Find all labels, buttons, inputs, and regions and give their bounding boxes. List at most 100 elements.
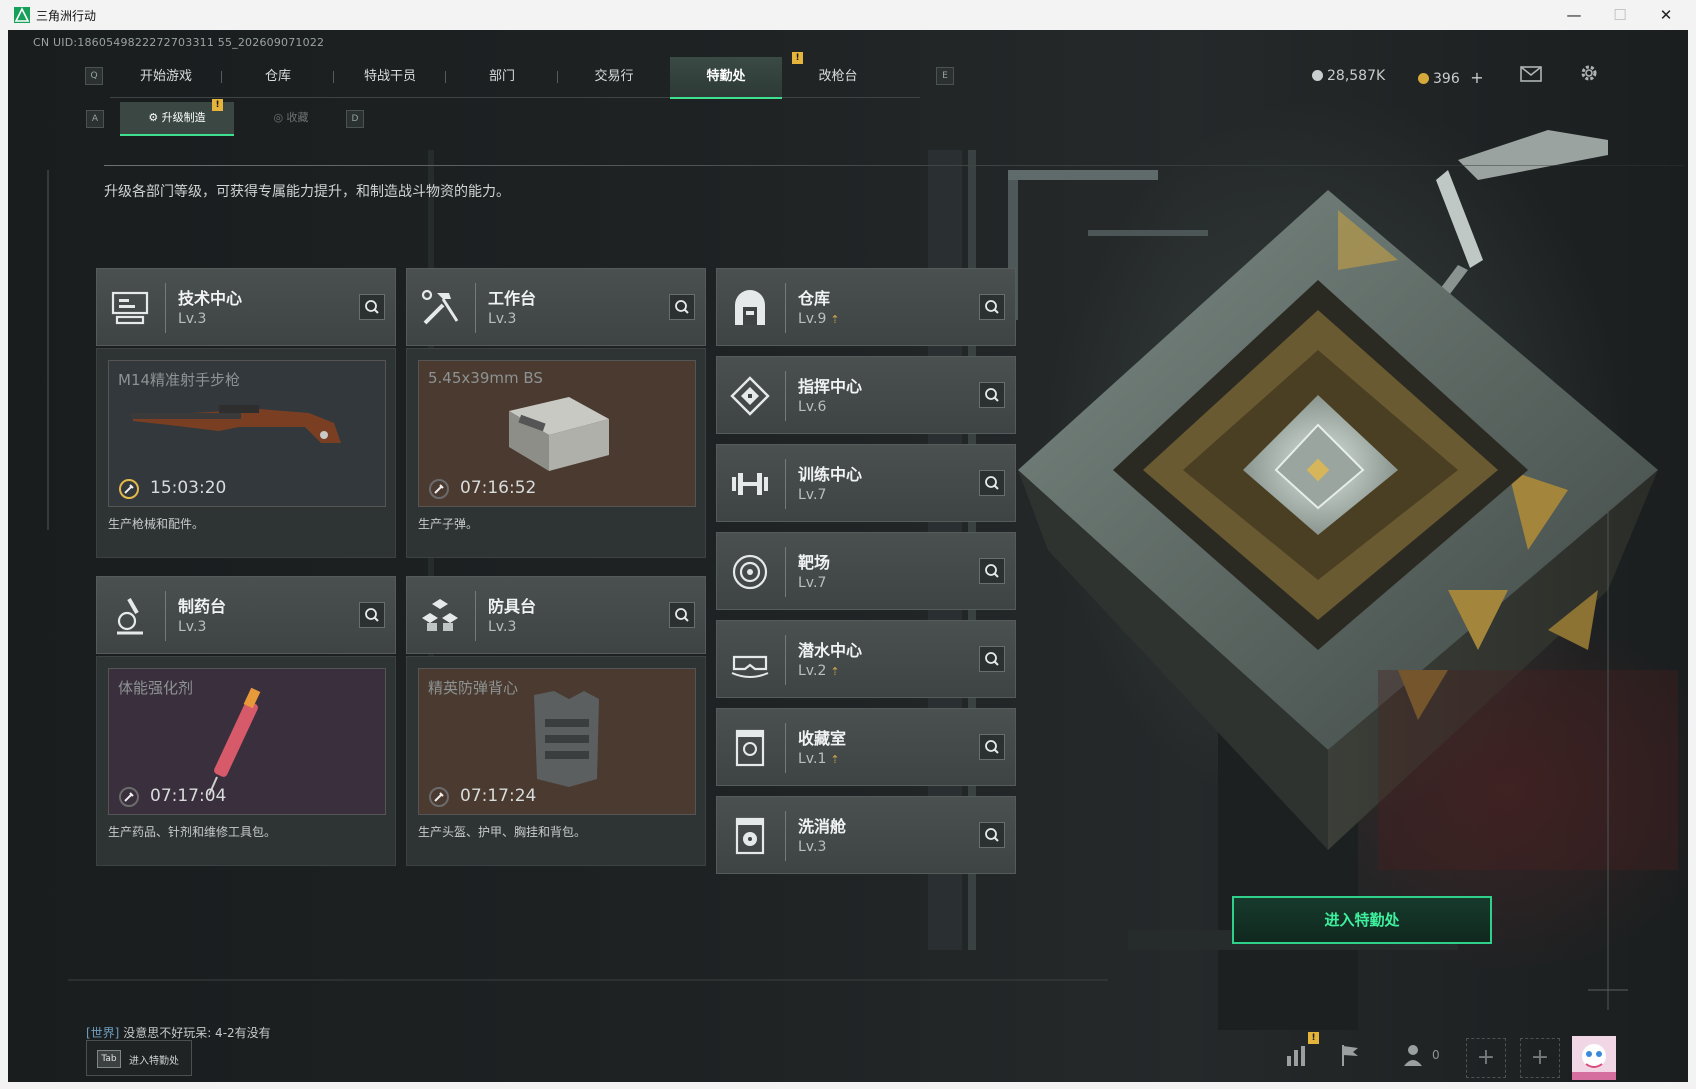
production-timer: 07:16:52 <box>460 478 537 498</box>
player-uid: CN UID:1860549822272703311 55_2026090710… <box>33 36 325 49</box>
facility-name: 潜水中心 <box>798 641 863 660</box>
nav-trading[interactable]: 交易行 <box>558 57 670 97</box>
nav-operators[interactable]: 特战干员 <box>334 57 446 97</box>
inspect-button[interactable] <box>979 822 1005 848</box>
close-button[interactable]: ✕ <box>1644 0 1688 30</box>
enter-special-ops-button[interactable]: 进入特勤处 <box>1232 896 1492 944</box>
command-center-icon <box>730 376 770 416</box>
player-avatar[interactable] <box>1572 1036 1616 1080</box>
facility-card-decontamination[interactable]: 洗消舱 Lv.3 <box>716 796 1016 874</box>
production-slot-workbench[interactable]: 5.45x39mm BS 07:16:52 生产子弹。 <box>406 348 706 558</box>
nav-label: 开始游戏 <box>139 69 192 84</box>
nav-warehouse[interactable]: 仓库 <box>222 57 334 97</box>
production-description: 生产枪械和配件。 <box>108 517 205 531</box>
tab-hint-label: 进入特勤处 <box>129 1056 179 1067</box>
nav-prev-keyhint: Q <box>85 67 103 85</box>
production-item-card[interactable]: M14精准射手步枪 15:03:20 <box>108 360 386 507</box>
facility-card-command-center[interactable]: 指挥中心 Lv.6 <box>716 356 1016 434</box>
facility-level: Lv.3 <box>488 619 517 635</box>
facility-level: Lv.3 <box>178 311 207 327</box>
gold-amount: 396 <box>1433 71 1460 87</box>
facility-card-training-center[interactable]: 训练中心 Lv.7 <box>716 444 1016 522</box>
inspect-button[interactable] <box>979 470 1005 496</box>
level-text: Lv.2 <box>798 663 827 679</box>
production-timer: 07:17:24 <box>460 786 537 806</box>
inspect-button[interactable] <box>669 294 695 320</box>
flag-icon[interactable] <box>1338 1042 1364 1068</box>
production-item-name: 体能强化剂 <box>118 679 194 697</box>
stats-chart-icon[interactable] <box>1284 1042 1310 1068</box>
search-icon <box>985 564 999 578</box>
production-slot-pharmacy[interactable]: 体能强化剂 07:17:04 生产药品、针剂和维修工具包。 <box>96 656 396 866</box>
subtab-alert-badge: ! <box>212 99 223 111</box>
settings-gear-icon[interactable] <box>1578 62 1600 84</box>
facility-level: Lv.6 <box>798 399 827 415</box>
inspect-button[interactable] <box>979 294 1005 320</box>
inspect-button[interactable] <box>359 602 385 628</box>
subtab-prev-keyhint: A <box>86 110 104 128</box>
subtab-collection[interactable]: ◎ 收藏 <box>234 102 348 134</box>
minimize-button[interactable]: — <box>1552 0 1596 30</box>
tab-shortcut-hint[interactable]: Tab 进入特勤处 <box>86 1040 192 1076</box>
production-timer: 07:17:04 <box>150 786 227 806</box>
search-icon <box>365 608 379 622</box>
production-description: 生产头盔、护甲、胸挂和背包。 <box>418 825 587 839</box>
world-chat[interactable]: [世界] 没意思不好玩呆: 4-2有没有 <box>86 1024 271 1041</box>
facility-card-armor[interactable]: 防具台 Lv.3 <box>406 576 706 654</box>
search-icon <box>985 388 999 402</box>
wrench-timer-icon <box>119 479 139 499</box>
add-currency-button[interactable]: + <box>1470 68 1483 87</box>
nav-label: 特战干员 <box>363 69 416 84</box>
nav-start-game[interactable]: 开始游戏 <box>110 57 222 97</box>
maximize-button[interactable]: ☐ <box>1598 0 1642 30</box>
search-icon <box>985 740 999 754</box>
production-item-card[interactable]: 5.45x39mm BS 07:16:52 <box>418 360 696 507</box>
facility-name: 收藏室 <box>798 729 847 748</box>
facility-card-collection-room[interactable]: 收藏室 Lv.1 ⇡ <box>716 708 1016 786</box>
production-item-card[interactable]: 精英防弹背心 07:17:24 <box>418 668 696 815</box>
facility-level: Lv.7 <box>798 575 827 591</box>
hammer-wrench-icon <box>421 289 459 325</box>
game-viewport: CN UID:1860549822272703311 55_2026090710… <box>8 30 1688 1082</box>
facility-name: 靶场 <box>798 553 831 572</box>
facility-card-workbench[interactable]: 工作台 Lv.3 <box>406 268 706 346</box>
production-slot-tech-center[interactable]: M14精准射手步枪 15:03:20 生产枪械和配件。 <box>96 348 396 558</box>
craft-gear-icon: ⚙ <box>148 111 162 124</box>
friends-icon[interactable] <box>1402 1042 1428 1068</box>
facility-card-tech-center[interactable]: 技术中心 Lv.3 <box>96 268 396 346</box>
facility-name: 指挥中心 <box>798 377 863 396</box>
nav-label: 仓库 <box>264 69 291 84</box>
team-slot[interactable]: + <box>1466 1038 1506 1078</box>
facility-level: Lv.3 <box>178 619 207 635</box>
facility-card-pharmacy[interactable]: 制药台 Lv.3 <box>96 576 396 654</box>
wrench-timer-icon <box>429 479 449 499</box>
target-icon <box>732 554 768 590</box>
facility-card-warehouse[interactable]: 仓库 Lv.9 ⇡ <box>716 268 1016 346</box>
facility-level: Lv.7 <box>798 487 827 503</box>
facility-level: Lv.2 ⇡ <box>798 663 840 679</box>
production-slot-armor[interactable]: 精英防弹背心 07:17:24 生产头盔、护甲、胸挂和背包。 <box>406 656 706 866</box>
facility-card-diving-center[interactable]: 潜水中心 Lv.2 ⇡ <box>716 620 1016 698</box>
nav-special-ops[interactable]: 特勤处 <box>670 57 782 99</box>
production-item-card[interactable]: 体能强化剂 07:17:04 <box>108 668 386 815</box>
card-separator <box>785 811 786 861</box>
nav-department[interactable]: 部门 <box>446 57 558 97</box>
inspect-button[interactable] <box>979 558 1005 584</box>
mail-icon[interactable] <box>1520 66 1542 82</box>
card-separator <box>475 283 476 333</box>
nav-label: 改枪台 <box>818 69 858 84</box>
search-icon <box>985 652 999 666</box>
inspect-button[interactable] <box>979 734 1005 760</box>
production-item-name: M14精准射手步枪 <box>118 371 241 389</box>
inspect-button[interactable] <box>979 382 1005 408</box>
facility-card-shooting-range[interactable]: 靶场 Lv.7 <box>716 532 1016 610</box>
inspect-button[interactable] <box>359 294 385 320</box>
inspect-button[interactable] <box>979 646 1005 672</box>
window-titlebar: 三角洲行动 — ☐ ✕ <box>0 0 1696 30</box>
stats-alert-badge: ! <box>1308 1032 1319 1044</box>
diving-mask-icon <box>731 655 769 678</box>
level-text: Lv.9 <box>798 311 827 327</box>
team-slot[interactable]: + <box>1520 1038 1560 1078</box>
inspect-button[interactable] <box>669 602 695 628</box>
production-description: 生产药品、针剂和维修工具包。 <box>108 825 277 839</box>
